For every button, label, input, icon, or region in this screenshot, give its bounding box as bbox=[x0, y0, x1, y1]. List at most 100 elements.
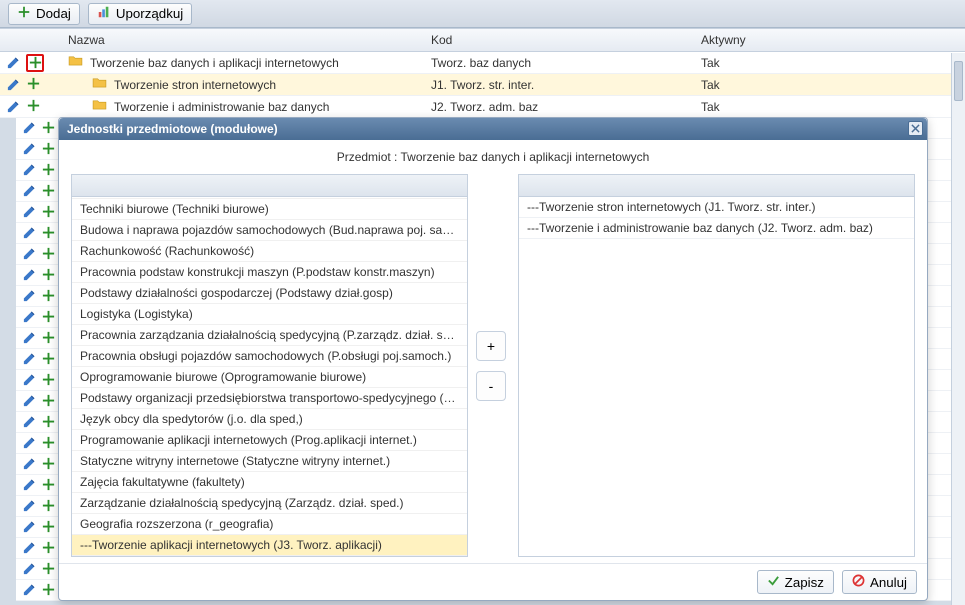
grid-header-name: Nazwa bbox=[62, 33, 425, 47]
grid: Nazwa Kod Aktywny Tworzenie baz danych i… bbox=[0, 28, 965, 118]
add-icon[interactable] bbox=[26, 76, 42, 94]
add-icon[interactable] bbox=[41, 519, 56, 535]
edit-icon[interactable] bbox=[22, 414, 37, 430]
row-code: J2. Tworz. adm. baz bbox=[425, 100, 695, 114]
edit-icon[interactable] bbox=[22, 393, 37, 409]
list-item[interactable]: Język obcy dla spedytorów (j.o. dla sped… bbox=[72, 409, 467, 430]
grid-header: Nazwa Kod Aktywny bbox=[0, 28, 965, 52]
list-item[interactable]: Podstawy działalności gospodarczej (Pods… bbox=[72, 283, 467, 304]
cancel-button[interactable]: Anuluj bbox=[842, 570, 917, 594]
add-icon[interactable] bbox=[41, 540, 56, 556]
edit-icon[interactable] bbox=[22, 351, 37, 367]
table-row[interactable]: Tworzenie baz danych i aplikacji interne… bbox=[0, 52, 965, 74]
left-listbox-body[interactable]: Bezpieczeństwo pracy (Bezp.pracy)Technik… bbox=[72, 197, 467, 556]
add-icon[interactable] bbox=[41, 120, 56, 136]
edit-icon[interactable] bbox=[6, 77, 22, 93]
edit-icon[interactable] bbox=[22, 309, 37, 325]
add-icon[interactable] bbox=[41, 393, 56, 409]
list-item[interactable]: Logistyka (Logistyka) bbox=[72, 304, 467, 325]
list-item[interactable]: Pracownia podstaw konstrukcji maszyn (P.… bbox=[72, 262, 467, 283]
close-icon bbox=[911, 122, 920, 136]
dialog-container: Jednostki przedmiotowe (modułowe) Przedm… bbox=[58, 117, 928, 601]
add-icon[interactable] bbox=[41, 498, 56, 514]
add-icon[interactable] bbox=[26, 98, 42, 116]
edit-icon[interactable] bbox=[22, 267, 37, 283]
table-row[interactable]: Tworzenie stron internetowychJ1. Tworz. … bbox=[0, 74, 965, 96]
row-name-text: Tworzenie baz danych i aplikacji interne… bbox=[90, 56, 339, 70]
dialog-titlebar[interactable]: Jednostki przedmiotowe (modułowe) bbox=[59, 118, 927, 140]
list-item[interactable]: Zarządzanie działalnością spedycyjną (Za… bbox=[72, 493, 467, 514]
edit-icon[interactable] bbox=[22, 225, 37, 241]
save-button[interactable]: Zapisz bbox=[757, 570, 834, 594]
edit-icon[interactable] bbox=[22, 540, 37, 556]
list-item[interactable]: Pracownia zarządzania działalnością sped… bbox=[72, 325, 467, 346]
edit-icon[interactable] bbox=[22, 498, 37, 514]
row-actions bbox=[16, 498, 62, 514]
row-actions bbox=[16, 435, 62, 451]
add-icon[interactable] bbox=[41, 372, 56, 388]
edit-icon[interactable] bbox=[22, 330, 37, 346]
edit-icon[interactable] bbox=[22, 561, 37, 577]
add-icon[interactable] bbox=[41, 330, 56, 346]
sort-button[interactable]: Uporządkuj bbox=[88, 3, 192, 25]
edit-icon[interactable] bbox=[22, 246, 37, 262]
list-item[interactable]: Programowanie aplikacji internetowych (P… bbox=[72, 430, 467, 451]
row-actions bbox=[16, 330, 62, 346]
add-icon[interactable] bbox=[41, 267, 56, 283]
edit-icon[interactable] bbox=[22, 372, 37, 388]
check-icon bbox=[767, 574, 780, 590]
page-scrollbar[interactable] bbox=[951, 53, 965, 605]
add-icon[interactable] bbox=[41, 351, 56, 367]
edit-icon[interactable] bbox=[22, 519, 37, 535]
row-active: Tak bbox=[695, 78, 965, 92]
list-item[interactable]: Podstawy organizacji przedsiębiorstwa tr… bbox=[72, 388, 467, 409]
add-icon[interactable] bbox=[41, 561, 56, 577]
edit-icon[interactable] bbox=[22, 183, 37, 199]
list-item[interactable]: Geografia rozszerzona (r_geografia) bbox=[72, 514, 467, 535]
add-button[interactable]: Dodaj bbox=[8, 3, 80, 25]
add-to-right-button[interactable]: + bbox=[476, 331, 506, 361]
edit-icon[interactable] bbox=[22, 141, 37, 157]
add-icon[interactable] bbox=[26, 54, 44, 72]
list-item[interactable]: Zajęcia fakultatywne (fakultety) bbox=[72, 472, 467, 493]
table-row[interactable]: Tworzenie i administrowanie baz danychJ2… bbox=[0, 96, 965, 118]
add-icon[interactable] bbox=[41, 162, 56, 178]
add-icon[interactable] bbox=[41, 435, 56, 451]
edit-icon[interactable] bbox=[22, 288, 37, 304]
edit-icon[interactable] bbox=[22, 162, 37, 178]
edit-icon[interactable] bbox=[22, 582, 37, 598]
list-item[interactable]: Budowa i naprawa pojazdów samochodowych … bbox=[72, 220, 467, 241]
edit-icon[interactable] bbox=[6, 55, 22, 71]
add-icon[interactable] bbox=[41, 141, 56, 157]
grid-rows: Tworzenie baz danych i aplikacji interne… bbox=[0, 52, 965, 118]
list-item[interactable]: Pracownia obsługi pojazdów samochodowych… bbox=[72, 346, 467, 367]
list-item[interactable]: Statyczne witryny internetowe (Statyczne… bbox=[72, 451, 467, 472]
dialog-close-button[interactable] bbox=[908, 121, 923, 136]
edit-icon[interactable] bbox=[22, 204, 37, 220]
add-icon[interactable] bbox=[41, 225, 56, 241]
add-icon[interactable] bbox=[41, 582, 56, 598]
add-icon[interactable] bbox=[41, 246, 56, 262]
add-icon[interactable] bbox=[41, 288, 56, 304]
list-item[interactable]: ---Tworzenie stron internetowych (J1. Tw… bbox=[519, 197, 914, 218]
list-item[interactable]: Oprogramowanie biurowe (Oprogramowanie b… bbox=[72, 367, 467, 388]
edit-icon[interactable] bbox=[22, 435, 37, 451]
edit-icon[interactable] bbox=[22, 456, 37, 472]
add-icon[interactable] bbox=[41, 477, 56, 493]
add-icon[interactable] bbox=[41, 183, 56, 199]
add-icon[interactable] bbox=[41, 456, 56, 472]
add-icon[interactable] bbox=[41, 204, 56, 220]
right-listbox-body[interactable]: ---Tworzenie stron internetowych (J1. Tw… bbox=[519, 197, 914, 556]
list-item[interactable]: ---Tworzenie i administrowanie baz danyc… bbox=[519, 218, 914, 239]
scrollbar-thumb[interactable] bbox=[954, 61, 963, 101]
add-icon[interactable] bbox=[41, 309, 56, 325]
list-item[interactable]: Rachunkowość (Rachunkowość) bbox=[72, 241, 467, 262]
edit-icon[interactable] bbox=[6, 99, 22, 115]
list-item[interactable]: ---Tworzenie aplikacji internetowych (J3… bbox=[72, 535, 467, 556]
list-item[interactable]: Techniki biurowe (Techniki biurowe) bbox=[72, 199, 467, 220]
edit-icon[interactable] bbox=[22, 477, 37, 493]
remove-from-right-button[interactable]: - bbox=[476, 371, 506, 401]
row-name: Tworzenie baz danych i aplikacji interne… bbox=[62, 55, 425, 71]
edit-icon[interactable] bbox=[22, 120, 37, 136]
add-icon[interactable] bbox=[41, 414, 56, 430]
